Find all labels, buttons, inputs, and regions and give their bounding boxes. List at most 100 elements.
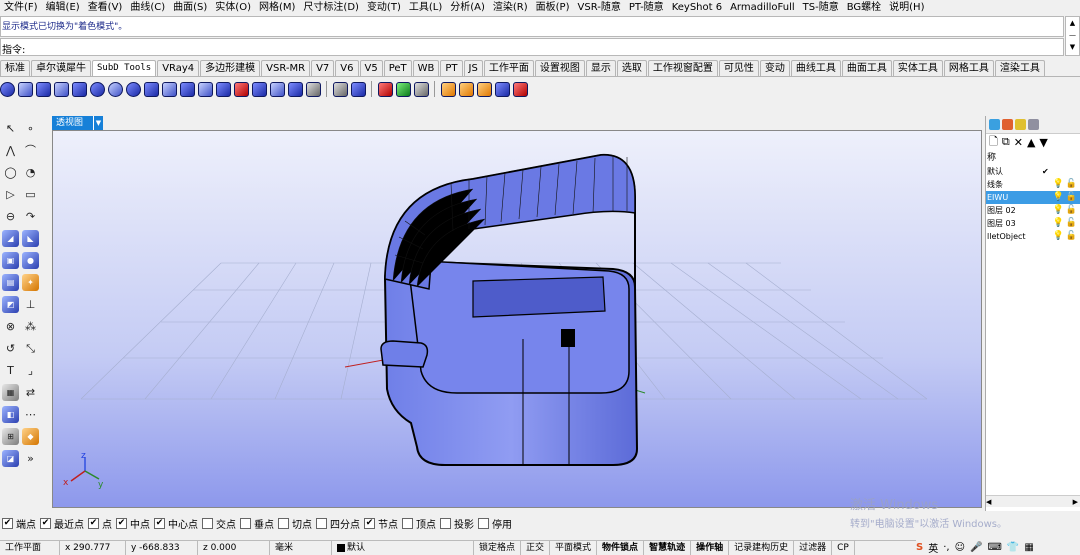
ruler-icon[interactable]: [477, 81, 492, 97]
block-icon[interactable]: ◧: [2, 406, 19, 423]
vase-icon[interactable]: [306, 81, 321, 97]
toolbar-tab[interactable]: JS: [463, 60, 483, 76]
lock-icon[interactable]: 🔓: [1066, 191, 1077, 204]
loft-icon[interactable]: [180, 81, 195, 97]
menu-item[interactable]: 面板(P): [532, 0, 574, 15]
osnap-item[interactable]: ✔ 中点: [116, 516, 150, 531]
subd-check-icon[interactable]: [396, 81, 411, 97]
dimension-icon[interactable]: ⌟: [22, 362, 39, 379]
layer-row[interactable]: 图层 03 💡 🔓: [986, 217, 1080, 230]
toolbar-tab[interactable]: 显示: [585, 60, 616, 76]
menu-item[interactable]: 网格(M): [255, 0, 299, 15]
status-toggle[interactable]: 智慧轨迹: [644, 541, 692, 555]
control-curve-icon[interactable]: ⌒: [22, 142, 39, 159]
status-toggle[interactable]: 平面模式: [550, 541, 598, 555]
copy-layer-icon[interactable]: ⧉: [1002, 135, 1010, 149]
cylinder-icon[interactable]: [72, 81, 87, 97]
fill-icon[interactable]: [252, 81, 267, 97]
status-toggle[interactable]: 过滤器: [794, 541, 833, 555]
select-arrow-icon[interactable]: ↖: [2, 120, 19, 137]
sphere-subd-icon[interactable]: [90, 81, 105, 97]
bulb-icon[interactable]: 💡: [1053, 178, 1064, 191]
osnap-item[interactable]: 切点: [278, 516, 312, 531]
status-toggle[interactable]: 锁定格点: [474, 541, 522, 555]
lock-icon[interactable]: 🔓: [1066, 204, 1077, 217]
perspective-viewport[interactable]: z x y: [52, 130, 982, 508]
status-toggle[interactable]: 正交: [521, 541, 551, 555]
punctuation-icon[interactable]: ·,: [943, 542, 949, 553]
menu-item[interactable]: 编辑(E): [42, 0, 84, 15]
osnap-item[interactable]: 顶点: [402, 516, 436, 531]
toolbar-tab[interactable]: PeT: [383, 60, 412, 76]
array-icon[interactable]: ▦: [2, 384, 19, 401]
status-toggle[interactable]: 物件锁点: [597, 541, 645, 555]
osnap-item[interactable]: 投影: [440, 516, 474, 531]
osnap-checkbox[interactable]: [316, 518, 327, 529]
point-icon[interactable]: ∘: [22, 120, 39, 137]
new-layer-icon[interactable]: 🗋: [989, 133, 998, 152]
osnap-item[interactable]: 垂点: [240, 516, 274, 531]
sphere-icon[interactable]: [0, 81, 15, 97]
osnap-checkbox[interactable]: ✔: [40, 518, 51, 529]
toolbar-tab[interactable]: 曲线工具: [790, 60, 841, 76]
menu-item[interactable]: 说明(H): [885, 0, 928, 15]
osnap-checkbox[interactable]: [202, 518, 213, 529]
menu-item[interactable]: PT-随意: [625, 0, 668, 15]
osnap-checkbox[interactable]: ✔: [2, 518, 13, 529]
circle-icon[interactable]: ◯: [2, 164, 19, 181]
mirror-icon[interactable]: ⇄: [22, 384, 39, 401]
toolbox-icon[interactable]: ▦: [1024, 542, 1033, 553]
properties-tab-icon[interactable]: [989, 119, 1000, 130]
toolbar-tab[interactable]: 工作平面: [483, 60, 534, 76]
scroll-down-icon[interactable]: ▼: [1066, 41, 1079, 53]
mesh-icon[interactable]: [288, 81, 303, 97]
extrude-surface-icon[interactable]: ◣: [22, 230, 39, 247]
toolbar-tab[interactable]: VSR-MR: [261, 60, 311, 76]
menu-item[interactable]: 查看(V): [84, 0, 127, 15]
ellipse-icon[interactable]: ⊖: [2, 208, 19, 225]
bulb-icon[interactable]: 💡: [1053, 204, 1064, 217]
toolbar-tab[interactable]: PT: [440, 60, 463, 76]
solid-sphere-icon[interactable]: ●: [22, 252, 39, 269]
toolbar-tab[interactable]: 工作视窗配置: [647, 60, 718, 76]
convert-icon[interactable]: [414, 81, 429, 97]
polyline-icon[interactable]: ⋀: [2, 142, 19, 159]
viewport-dropdown-icon[interactable]: ▼: [93, 116, 103, 130]
osnap-checkbox[interactable]: [440, 518, 451, 529]
osnap-checkbox[interactable]: [478, 518, 489, 529]
menu-item[interactable]: 变动(T): [363, 0, 405, 15]
emoji-icon[interactable]: ☺: [955, 542, 965, 553]
menu-item[interactable]: ArmadilloFull: [726, 0, 799, 15]
scale-icon[interactable]: ⤡: [22, 340, 39, 357]
object-props-icon[interactable]: [441, 81, 456, 97]
analyze-icon[interactable]: ◪: [2, 450, 19, 467]
toolbar-tab[interactable]: 曲面工具: [841, 60, 892, 76]
menu-item[interactable]: 曲线(C): [126, 0, 169, 15]
keyboard-icon[interactable]: ⌨: [987, 542, 1001, 553]
toolbar-tab[interactable]: V5: [359, 60, 383, 76]
toolbar-tab[interactable]: V6: [335, 60, 359, 76]
move-down-icon[interactable]: ▼: [1039, 136, 1047, 149]
cage-icon[interactable]: [459, 81, 474, 97]
subd-mesh-icon[interactable]: [495, 81, 510, 97]
move-up-icon[interactable]: ▲: [1027, 136, 1035, 149]
toolbar-tab[interactable]: 网格工具: [943, 60, 994, 76]
grid-icon[interactable]: ⊞: [2, 428, 19, 445]
layer-row[interactable]: lletObject 💡 🔓: [986, 230, 1080, 243]
ime-mode[interactable]: 英: [928, 540, 938, 555]
osnap-checkbox[interactable]: ✔: [364, 518, 375, 529]
command-scrollbar[interactable]: ▲ — ▼: [1065, 16, 1080, 56]
lock-icon[interactable]: 🔓: [1066, 230, 1077, 243]
cone-icon[interactable]: [36, 81, 51, 97]
menu-item[interactable]: 文件(F): [0, 0, 42, 15]
lock-icon[interactable]: 🔓: [1066, 178, 1077, 191]
menu-item[interactable]: TS-随意: [799, 0, 843, 15]
toolbar-tab[interactable]: 卓尔谟犀牛: [31, 60, 91, 76]
toolbar-tab[interactable]: 变动: [759, 60, 790, 76]
osnap-item[interactable]: ✔ 节点: [364, 516, 398, 531]
render-icon[interactable]: ◆: [22, 428, 39, 445]
toolbar-tab[interactable]: V7: [311, 60, 335, 76]
group-icon[interactable]: ⋯: [22, 406, 39, 423]
display-tab-icon[interactable]: [1015, 119, 1026, 130]
arc-icon[interactable]: ◔: [22, 164, 39, 181]
